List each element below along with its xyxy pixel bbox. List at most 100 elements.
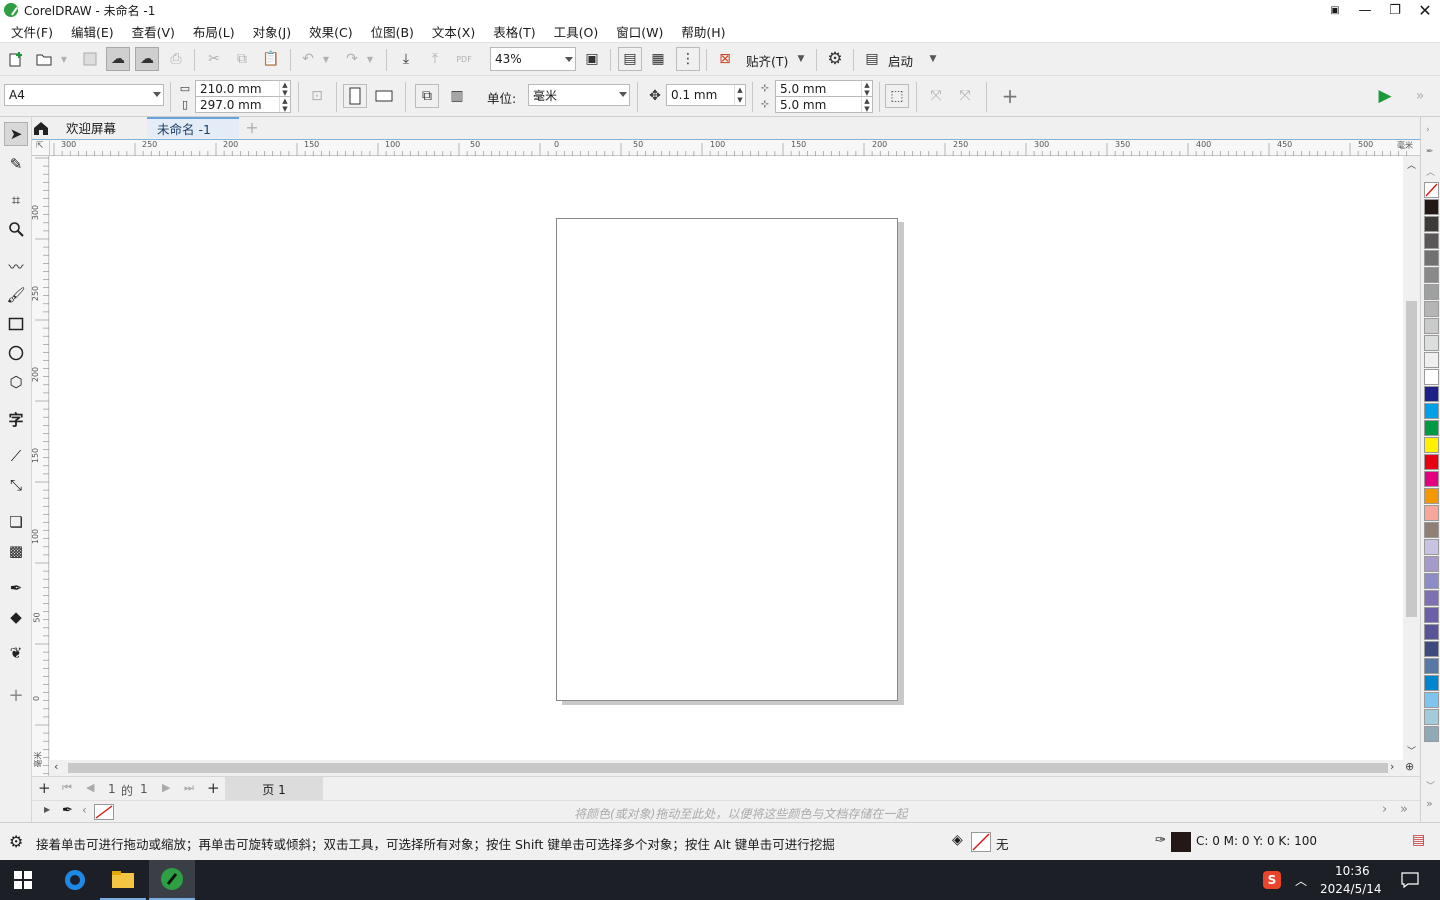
drop-shadow-icon[interactable]: ❏: [4, 510, 28, 534]
vertical-scrollbar[interactable]: ︿ ﹀: [1403, 156, 1420, 760]
last-page-icon[interactable]: ⏭: [184, 781, 194, 795]
print-icon[interactable]: ⎙: [164, 47, 188, 71]
page-width-field[interactable]: 210.0 mm ▲ ▼: [195, 80, 291, 97]
color-swatch[interactable]: [1424, 267, 1439, 283]
outline-color-swatch[interactable]: [1171, 832, 1191, 852]
color-swatch[interactable]: [1424, 709, 1439, 725]
palette-expand-icon[interactable]: ▶: [44, 805, 50, 814]
units-select[interactable]: 毫米: [528, 84, 630, 106]
new-tab-icon[interactable]: +: [242, 117, 262, 138]
browser-icon[interactable]: [52, 860, 98, 900]
redo-dropdown-icon[interactable]: ▼: [364, 47, 376, 71]
menu-tools[interactable]: 工具(O): [547, 22, 606, 41]
scroll-up-icon[interactable]: ︿: [1407, 158, 1416, 171]
save-icon[interactable]: [78, 47, 102, 71]
color-swatch[interactable]: [1424, 505, 1439, 521]
color-swatch[interactable]: [1424, 607, 1439, 623]
drawing-canvas[interactable]: [50, 156, 1403, 760]
publish-pdf-icon[interactable]: PDF: [452, 47, 476, 71]
color-swatch[interactable]: [1424, 352, 1439, 368]
snap-off-icon[interactable]: ⊠: [713, 47, 737, 71]
smart-fill-icon[interactable]: ❦: [4, 641, 28, 665]
all-pages-layout-icon[interactable]: ⧉: [415, 84, 439, 108]
color-swatch[interactable]: [1424, 199, 1439, 215]
notifications-icon[interactable]: [1390, 860, 1430, 900]
transparency-tool-icon[interactable]: ▩: [4, 539, 28, 563]
palette-scroll-right-icon[interactable]: ›: [1382, 802, 1387, 817]
undo-icon[interactable]: ↶: [296, 47, 320, 71]
interactive-fill-icon[interactable]: ◆: [4, 605, 28, 629]
redo-icon[interactable]: ↷: [340, 47, 364, 71]
color-eyedropper-icon[interactable]: ✒: [4, 576, 28, 600]
add-page-before-icon[interactable]: +: [38, 779, 51, 797]
status-gear-icon[interactable]: ⚙: [9, 832, 23, 851]
cut-icon[interactable]: ✂: [202, 47, 226, 71]
fill-color-swatch[interactable]: [971, 832, 991, 852]
color-swatch[interactable]: [1424, 318, 1439, 334]
zoom-tool-icon[interactable]: [4, 217, 28, 241]
palette-menu-icon[interactable]: »: [1400, 802, 1408, 817]
menu-effects[interactable]: 效果(C): [302, 22, 359, 41]
scroll-right-icon[interactable]: ›: [1390, 760, 1394, 773]
color-swatch[interactable]: [1424, 335, 1439, 351]
next-page-icon[interactable]: ▶: [162, 781, 170, 794]
palette-scroll-up-icon[interactable]: ︿: [1426, 165, 1435, 178]
launch-menu[interactable]: 启动: [888, 51, 913, 70]
close-button[interactable]: ✕: [1410, 0, 1440, 20]
add-toolbar-item-icon[interactable]: +: [998, 84, 1022, 108]
copy-icon[interactable]: ⧉: [230, 47, 254, 71]
palette-expand-icon-right[interactable]: »: [1426, 797, 1433, 810]
scale-with-image-icon[interactable]: ⤧: [924, 84, 948, 108]
full-screen-preview-icon[interactable]: ▣: [580, 47, 604, 71]
color-proof-icon[interactable]: ▤: [1412, 832, 1425, 848]
artistic-media-icon[interactable]: 🖌: [4, 283, 28, 307]
palette-scroll-down-icon[interactable]: ﹀: [1426, 779, 1435, 792]
show-rulers-icon[interactable]: ▤: [618, 47, 642, 71]
import-icon[interactable]: ⤓: [394, 47, 418, 71]
file-explorer-icon[interactable]: [100, 860, 146, 900]
zoom-level-select[interactable]: 43%: [490, 47, 576, 71]
minimize-button[interactable]: —: [1350, 0, 1380, 20]
undo-dropdown-icon[interactable]: ▼: [320, 47, 332, 71]
color-swatch[interactable]: [1424, 488, 1439, 504]
rectangle-tool-icon[interactable]: [4, 312, 28, 336]
page-tab-1[interactable]: 页 1: [225, 777, 323, 801]
page-size-select[interactable]: A4: [4, 84, 164, 106]
palette-menu-icon-top[interactable]: ›: [1426, 125, 1430, 135]
horizontal-scroll-thumb[interactable]: [68, 763, 1388, 773]
menu-layout[interactable]: 布局(L): [186, 22, 242, 41]
no-color-swatch[interactable]: [94, 804, 114, 820]
show-grid-icon[interactable]: ▦: [646, 47, 670, 71]
fill-bucket-icon[interactable]: ◈: [952, 832, 963, 848]
home-icon[interactable]: [32, 117, 50, 138]
scroll-left-icon[interactable]: ‹: [54, 760, 58, 773]
color-swatch[interactable]: [1424, 692, 1439, 708]
polygon-tool-icon[interactable]: ⬡: [4, 370, 28, 394]
no-fill-swatch[interactable]: [1424, 182, 1439, 198]
zoom-navigator-icon[interactable]: ⊕: [1405, 760, 1414, 773]
restore-small-icon[interactable]: ▣: [1320, 0, 1350, 20]
scroll-down-icon[interactable]: ﹀: [1407, 744, 1416, 757]
expand-toolbar-icon[interactable]: »: [1410, 84, 1430, 108]
color-swatch[interactable]: [1424, 726, 1439, 742]
cloud-export-icon[interactable]: ☁: [135, 47, 159, 71]
palette-eyedropper-icon[interactable]: ✒: [62, 803, 73, 818]
open-dropdown-icon[interactable]: ▼: [58, 47, 70, 71]
color-swatch[interactable]: [1424, 233, 1439, 249]
color-swatch[interactable]: [1424, 658, 1439, 674]
shape-tool-icon[interactable]: ✎: [4, 152, 28, 176]
page-height-field[interactable]: 297.0 mm ▲ ▼: [195, 96, 291, 113]
new-document-icon[interactable]: [4, 47, 28, 71]
treat-as-filled-icon[interactable]: ⬚: [885, 84, 909, 108]
maximize-button[interactable]: ❐: [1380, 0, 1410, 20]
color-swatch[interactable]: [1424, 216, 1439, 232]
menu-object[interactable]: 对象(J): [246, 22, 298, 41]
menu-edit[interactable]: 编辑(E): [64, 22, 121, 41]
vertical-ruler[interactable]: 300 250 200 150 100 50 0 毫米: [31, 156, 49, 776]
landscape-icon[interactable]: [372, 84, 396, 108]
palette-eyedropper-small-icon[interactable]: ✒: [1426, 147, 1434, 157]
snap-to-menu[interactable]: 贴齐(T): [746, 51, 788, 70]
options-gear-icon[interactable]: ⚙: [823, 47, 847, 71]
coreldraw-taskbar-icon[interactable]: [149, 860, 195, 900]
crop-tool-icon[interactable]: ⌗: [4, 188, 28, 212]
